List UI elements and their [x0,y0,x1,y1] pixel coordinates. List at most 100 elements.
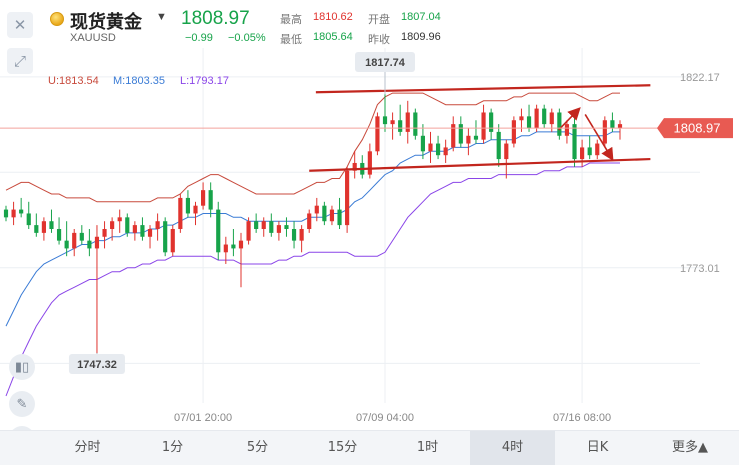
channel-line [315,84,651,94]
tab-1hour[interactable]: 1时 [400,431,455,465]
candle-body [87,240,92,249]
close-icon[interactable]: ✕ [7,12,33,38]
candle-body [345,170,350,226]
candle-body [19,209,24,214]
candle-body [56,228,62,241]
candle-body [64,240,69,249]
chevron-down-icon[interactable]: ▼ [156,11,167,23]
candle-body [269,221,274,233]
candle-body [526,116,532,129]
y-tick-label: 1773.01 [680,263,720,275]
price-change: −0.99 [185,32,213,44]
chart-labels: U:1813.54 M:1803.35 L:1793.17 1822.17 1773.0… [48,52,733,424]
candle-body [443,147,448,156]
candle-body [610,120,615,129]
instrument-symbol: XAUUSD [70,32,116,44]
x-tick-label: 07/16 08:00 [553,412,611,424]
candle-body [231,244,236,249]
candle-body [155,221,160,229]
candle-body [276,225,281,233]
tab-daily[interactable]: 日K [570,431,625,465]
candle-body [367,151,372,175]
stat-value-prev-close: 1809.96 [401,31,441,43]
tab-5min[interactable]: 5分 [230,431,285,465]
candle-body [178,197,183,229]
candle-body [11,209,16,218]
legend-lower-band: L:1793.17 [180,75,229,87]
tab-4hour[interactable]: 4时 [470,431,555,465]
stat-label-open: 开盘 [368,13,390,26]
timeframe-tabs: 分时 1分 5分 15分 1时 4时 日K 更多▲ [0,430,739,465]
candle-body [435,143,441,156]
expand-icon[interactable]: ⤢ [7,48,33,74]
candle-body [147,228,153,237]
candle-body [617,124,623,129]
candle-body [481,112,486,140]
candle-body [3,209,9,218]
current-price: 1808.97 [181,8,250,29]
candle-body [216,209,221,253]
pen-icon[interactable]: ✎ [9,391,35,417]
candle-body [534,108,539,129]
candle-body [458,124,463,144]
candle-body [451,124,456,148]
stat-label-low: 最低 [280,33,302,46]
candle-body [201,190,206,206]
candle-body [299,228,304,241]
trend-annotations [0,84,665,172]
candle-body [420,135,425,152]
candle-body [49,221,54,229]
legend-upper-band: U:1813.54 [48,75,99,87]
candle-body [26,213,31,226]
candle-body [405,112,410,132]
instrument-name[interactable]: 现货黄金 [70,8,142,34]
low-marker-label: 1747.32 [77,359,117,371]
candle-body [223,244,228,253]
tab-timeshare[interactable]: 分时 [60,431,115,465]
candle-body [254,221,259,229]
legend-middle-band: M:1803.35 [113,75,165,87]
candle-body [322,205,327,222]
tab-more[interactable]: 更多▲ [660,431,720,465]
candle-body [602,120,607,144]
candle-body [382,116,388,125]
candle-body [246,221,251,241]
candle-body [314,205,319,214]
candle-body [102,228,107,237]
candle-body [208,190,213,210]
candle-body [34,225,39,233]
high-marker-label: 1817.74 [365,57,406,69]
candle-body [542,108,547,125]
quote-header: ✕ 现货黄金 ▼ XAUUSD 1808.97 −0.99 −0.05% 最高 … [0,0,739,48]
candle-body [428,143,433,152]
stat-value-open: 1807.04 [401,11,441,23]
gold-coin-icon [50,12,64,26]
tab-15min[interactable]: 15分 [315,431,370,465]
candle-body [132,225,137,233]
tab-1min[interactable]: 1分 [145,431,200,465]
candle-body [413,112,418,136]
candle-body [163,221,168,253]
candle-body [557,112,562,136]
candle-body [511,120,516,144]
x-tick-label: 07/01 20:00 [174,412,232,424]
candle-body [549,112,554,125]
candle-body [329,209,335,222]
candle-body [185,197,191,214]
stat-value-low: 1805.64 [313,31,353,43]
candle-body [580,147,585,160]
candle-body [564,124,570,136]
candle-body [496,131,501,160]
candle-body [125,217,130,233]
chart-canvas[interactable]: U:1813.54 M:1803.35 L:1793.17 1822.17 1773.0… [0,48,739,430]
x-tick-label: 07/09 04:00 [356,412,414,424]
candle-body [110,221,115,229]
candlestick-chart[interactable]: U:1813.54 M:1803.35 L:1793.17 1822.17 1773.0… [0,48,739,452]
candle-body [489,112,494,132]
candle-body [94,236,100,249]
stat-label-high: 最高 [280,13,302,26]
candle-body [291,228,297,241]
candle-type-icon[interactable]: ▮▯ [9,354,35,380]
candle-body [587,147,592,156]
bollinger-middle-line [5,131,620,327]
